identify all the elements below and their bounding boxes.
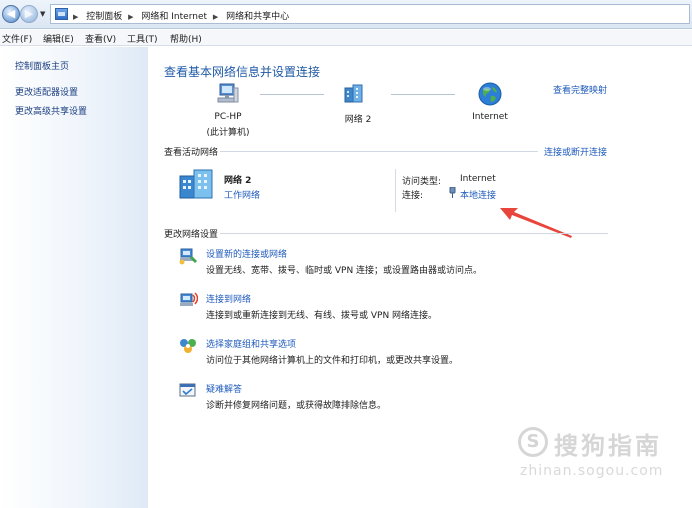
watermark: S 搜狗指南 zhinan.sogou.com [518,423,688,483]
network-type-link[interactable]: 工作网络 [224,188,260,201]
breadcrumb-network-sharing-center[interactable]: 网络和共享中心 [226,12,289,22]
task-description: 访问位于其他网络计算机上的文件和打印机，或更改共享设置。 [206,356,459,366]
map-computer [208,82,248,104]
network-building-icon [344,84,363,103]
history-dropdown-icon[interactable]: ▼ [40,10,45,18]
forward-button[interactable]: ▶ [20,5,38,23]
access-type-value: Internet [460,174,496,184]
task-description: 诊断并修复网络问题，或获得故障排除信息。 [206,401,387,411]
globe-icon [478,82,502,106]
menu-tools[interactable]: 工具(T) [127,32,158,45]
menu-bar: 文件(F) 编辑(E) 查看(V) 工具(T) 帮助(H) [0,30,692,46]
address-bar: ◀ ▶ ▼ ▶ 控制面板 ▶ 网络和 Internet ▶ 网络和共享中心 [0,0,692,29]
task-title[interactable]: 疑难解答 [206,382,242,395]
sidebar-item-control-panel-home[interactable]: 控制面板主页 [15,59,69,72]
menu-view[interactable]: 查看(V) [85,32,116,45]
task-description: 设置无线、宽带、拨号、临时或 VPN 连接；或设置路由器或访问点。 [206,266,483,276]
local-connection-link[interactable]: 本地连接 [460,188,496,201]
breadcrumb: ▶ 控制面板 ▶ 网络和 Internet ▶ 网络和共享中心 [73,9,292,22]
computer-icon [217,83,239,103]
map-internet[interactable] [477,82,503,106]
back-button[interactable]: ◀ [2,5,20,23]
task-description: 连接到或重新连接到无线、有线、拨号或 VPN 网络连接。 [206,311,438,321]
breadcrumb-control-panel[interactable]: 控制面板 [86,12,122,22]
page-title: 查看基本网络信息并设置连接 [164,65,321,79]
chevron-right-icon[interactable]: ▶ [73,13,78,21]
section-divider [220,233,608,234]
annotation-arrow [500,208,572,238]
view-full-map-link[interactable]: 查看完整映射 [553,83,607,96]
active-network-icon-wrap [178,168,216,203]
map-connector-line [260,94,324,95]
active-network-name: 网络 2 [224,176,252,186]
chevron-right-icon[interactable]: ▶ [128,13,133,21]
task-title[interactable]: 连接到网络 [206,292,251,305]
homegroup-icon [178,337,198,355]
ethernet-icon [449,186,456,201]
connect-disconnect-link[interactable]: 连接或断开连接 [544,145,607,158]
change-settings-heading: 更改网络设置 [164,230,219,240]
address-field[interactable]: ▶ 控制面板 ▶ 网络和 Internet ▶ 网络和共享中心 [50,4,690,24]
breadcrumb-network-internet[interactable]: 网络和 Internet [141,12,207,22]
network-setup-icon [178,247,198,265]
task-title[interactable]: 选择家庭组和共享选项 [206,337,296,350]
troubleshoot-icon [178,382,198,400]
control-panel-icon [55,8,68,20]
computer-subtitle: (此计算机) [206,128,250,138]
chevron-right-icon[interactable]: ▶ [213,13,218,21]
computer-name: PC-HP [214,112,242,122]
connect-network-icon [178,292,199,310]
sidebar-item-change-advanced-sharing[interactable]: 更改高级共享设置 [15,104,87,117]
active-networks-heading: 查看活动网络 [164,148,219,158]
task-title[interactable]: 设置新的连接或网络 [206,247,287,260]
menu-file[interactable]: 文件(F) [2,32,32,45]
access-type-label: 访问类型: [402,177,442,187]
map-internet-label: Internet [472,112,508,122]
menu-help[interactable]: 帮助(H) [170,32,202,45]
menu-edit[interactable]: 编辑(E) [43,32,74,45]
network-building-icon [179,169,213,199]
map-network[interactable] [340,84,368,104]
sidebar-item-change-adapter-settings[interactable]: 更改适配器设置 [15,85,78,98]
map-connector-line [391,94,455,95]
watermark-url: zhinan.sogou.com [520,463,664,479]
arrow-right-icon: ▶ [24,7,34,20]
vertical-divider [395,169,396,212]
sogou-logo-icon: S [518,427,548,457]
watermark-text: 搜狗指南 [554,432,662,460]
arrow-left-icon: ◀ [6,7,16,20]
map-network-name: 网络 2 [344,115,372,125]
connections-label: 连接: [402,191,424,201]
sidebar: 控制面板主页 更改适配器设置 更改高级共享设置 [0,47,148,508]
section-divider [220,151,538,152]
